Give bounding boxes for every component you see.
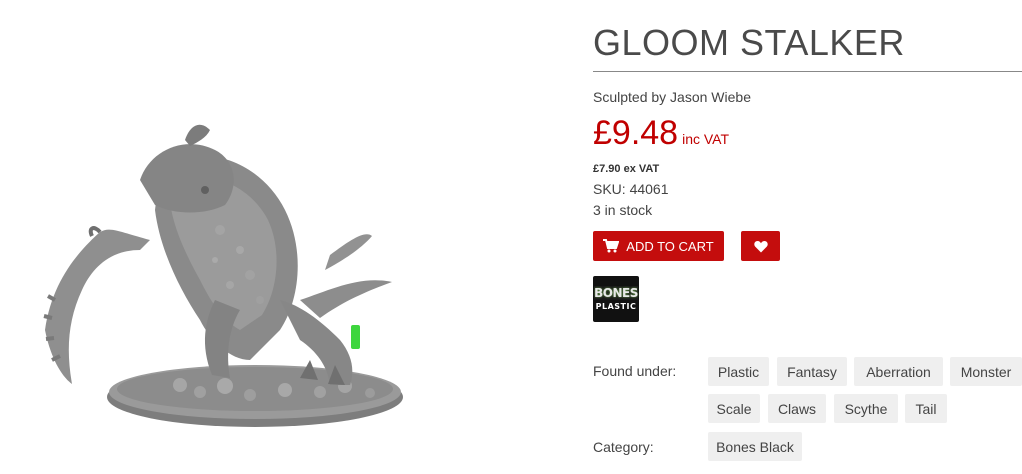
tag-plastic[interactable]: Plastic bbox=[708, 357, 769, 386]
add-to-cart-button[interactable]: ADD TO CART bbox=[593, 231, 724, 261]
category-bones-black[interactable]: Bones Black bbox=[708, 432, 802, 461]
price-ex-value: £7.90 bbox=[593, 163, 621, 175]
sku: SKU: 44061 bbox=[593, 181, 669, 197]
category-label: Category: bbox=[593, 439, 654, 455]
shopping-cart-icon bbox=[603, 239, 620, 253]
sculptor-credit: Sculpted by Jason Wiebe bbox=[593, 89, 751, 105]
wishlist-button[interactable] bbox=[741, 231, 780, 261]
brand-logo-bottom: PLASTIC bbox=[595, 302, 637, 311]
price-ex-suffix: ex VAT bbox=[623, 163, 660, 175]
product-title: GLOOM STALKER bbox=[593, 22, 905, 63]
tag-fantasy[interactable]: Fantasy bbox=[777, 357, 847, 386]
title-divider bbox=[593, 71, 1022, 72]
price-inc-vat: £9.48 inc VAT bbox=[593, 114, 729, 153]
found-under-label: Found under: bbox=[593, 363, 677, 379]
tag-scale[interactable]: Scale bbox=[708, 394, 760, 423]
tag-claws[interactable]: Claws bbox=[768, 394, 826, 423]
tag-monster[interactable]: Monster bbox=[950, 357, 1022, 386]
add-to-cart-label: ADD TO CART bbox=[626, 238, 714, 254]
brand-logo-top: BONES bbox=[594, 286, 638, 300]
stock-status: 3 in stock bbox=[593, 202, 653, 218]
heart-icon bbox=[753, 240, 768, 252]
price-suffix: inc VAT bbox=[682, 131, 730, 147]
miniature-figure-image bbox=[43, 124, 403, 427]
tag-aberration[interactable]: Aberration bbox=[854, 357, 943, 386]
tag-tail[interactable]: Tail bbox=[905, 394, 947, 423]
price-ex-vat: £7.90 ex VAT bbox=[593, 163, 659, 175]
tag-scythe[interactable]: Scythe bbox=[834, 394, 898, 423]
price-value: £9.48 bbox=[593, 114, 679, 152]
product-image[interactable] bbox=[0, 0, 580, 474]
bones-plastic-brand-logo[interactable]: BONES PLASTIC bbox=[593, 276, 639, 322]
